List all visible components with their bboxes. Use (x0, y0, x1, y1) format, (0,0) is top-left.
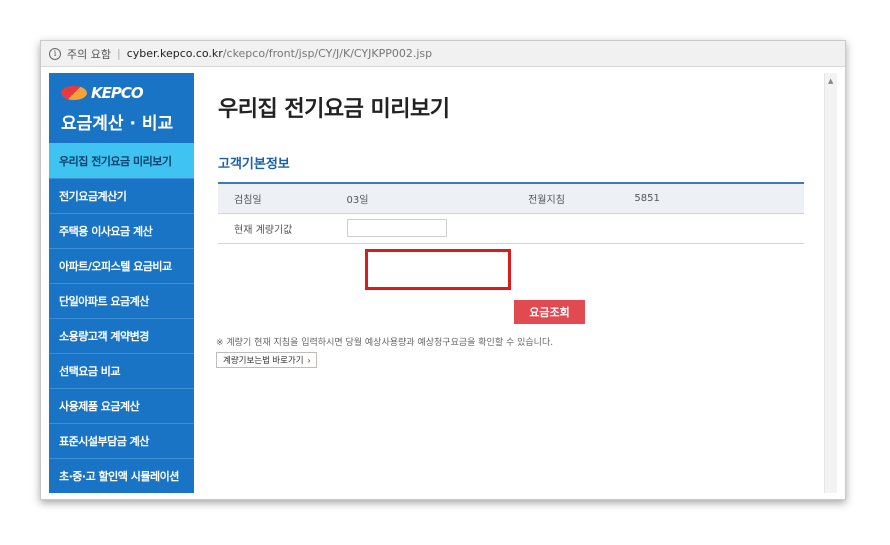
sidebar-item-contract-change[interactable]: 소용량고객 계약변경 (49, 318, 194, 353)
previous-reading-label: 전월지침 (516, 182, 631, 214)
sidebar-item-apartment-compare[interactable]: 아파트/오피스텔 요금비교 (49, 248, 194, 283)
sidebar-item-appliance-bill[interactable]: 사용제품 요금계산 (49, 388, 194, 423)
url-host[interactable]: cyber.kepco.co.kr (127, 47, 223, 60)
meter-reading-day-value: 03일 (342, 182, 517, 214)
notice-text: ※ 계량기 현재 지침을 입력하시면 당월 예상사용량과 예상청구요금을 확인할… (216, 338, 554, 348)
table-row: 검침일 03일 전월지침 5851 (218, 182, 804, 214)
sidebar: KEPCO 요금계산 · 비교 우리집 전기요금 미리보기 전기요금계산기 주택… (49, 73, 194, 493)
page-title: 우리집 전기요금 미리보기 (218, 97, 450, 122)
highlight-annotation (365, 249, 511, 290)
address-separator: | (116, 47, 121, 60)
vertical-scrollbar[interactable]: ▲ (824, 73, 837, 493)
address-bar[interactable]: i 주의 요함 | cyber.kepco.co.kr/ckepco/front… (41, 41, 845, 67)
meter-reading-day-label: 검침일 (218, 182, 343, 214)
kepco-logo-text: KEPCO (91, 84, 144, 102)
kepco-logo-mark-icon (61, 86, 87, 100)
scroll-up-icon[interactable]: ▲ (828, 77, 833, 85)
security-warning[interactable]: 주의 요함 (67, 46, 111, 62)
query-bill-button[interactable]: 요금조회 (514, 300, 585, 324)
info-icon[interactable]: i (49, 47, 61, 60)
previous-reading-value: 5851 (630, 182, 804, 214)
sidebar-item-school-discount[interactable]: 초·중·고 할인액 시뮬레이션 (49, 458, 194, 493)
sidebar-item-optional-rate[interactable]: 선택요금 비교 (49, 353, 194, 388)
main-content: 우리집 전기요금 미리보기 고객기본정보 검침일 03일 전월지침 5851 현… (194, 73, 824, 493)
section-title: 고객기본정보 (218, 157, 290, 172)
current-meter-label: 현재 계량기값 (218, 213, 343, 244)
chevron-right-icon: › (307, 355, 311, 365)
current-meter-input[interactable] (346, 219, 447, 237)
sidebar-menu: 우리집 전기요금 미리보기 전기요금계산기 주택용 이사요금 계산 아파트/오피… (49, 143, 194, 493)
sidebar-item-facility-charge[interactable]: 표준시설부담금 계산 (49, 423, 194, 458)
meter-guide-label: 계량기보는법 바로가기 (223, 355, 304, 365)
url-path[interactable]: /ckepco/front/jsp/CY/J/K/CYJKPP002.jsp (223, 47, 432, 60)
table-row: 현재 계량기값 (218, 213, 804, 244)
browser-window: i 주의 요함 | cyber.kepco.co.kr/ckepco/front… (40, 40, 846, 500)
current-meter-cell (342, 213, 804, 244)
sidebar-title: 요금계산 · 비교 (61, 114, 174, 134)
customer-info-table: 검침일 03일 전월지침 5851 현재 계량기값 (218, 182, 804, 244)
kepco-logo[interactable]: KEPCO (61, 83, 144, 103)
sidebar-item-single-apartment[interactable]: 단일아파트 요금계산 (49, 283, 194, 318)
meter-guide-button[interactable]: 계량기보는법 바로가기 › (216, 352, 318, 368)
sidebar-item-bill-calculator[interactable]: 전기요금계산기 (49, 178, 194, 213)
sidebar-item-bill-preview[interactable]: 우리집 전기요금 미리보기 (49, 143, 194, 178)
sidebar-item-moving-bill[interactable]: 주택용 이사요금 계산 (49, 213, 194, 248)
